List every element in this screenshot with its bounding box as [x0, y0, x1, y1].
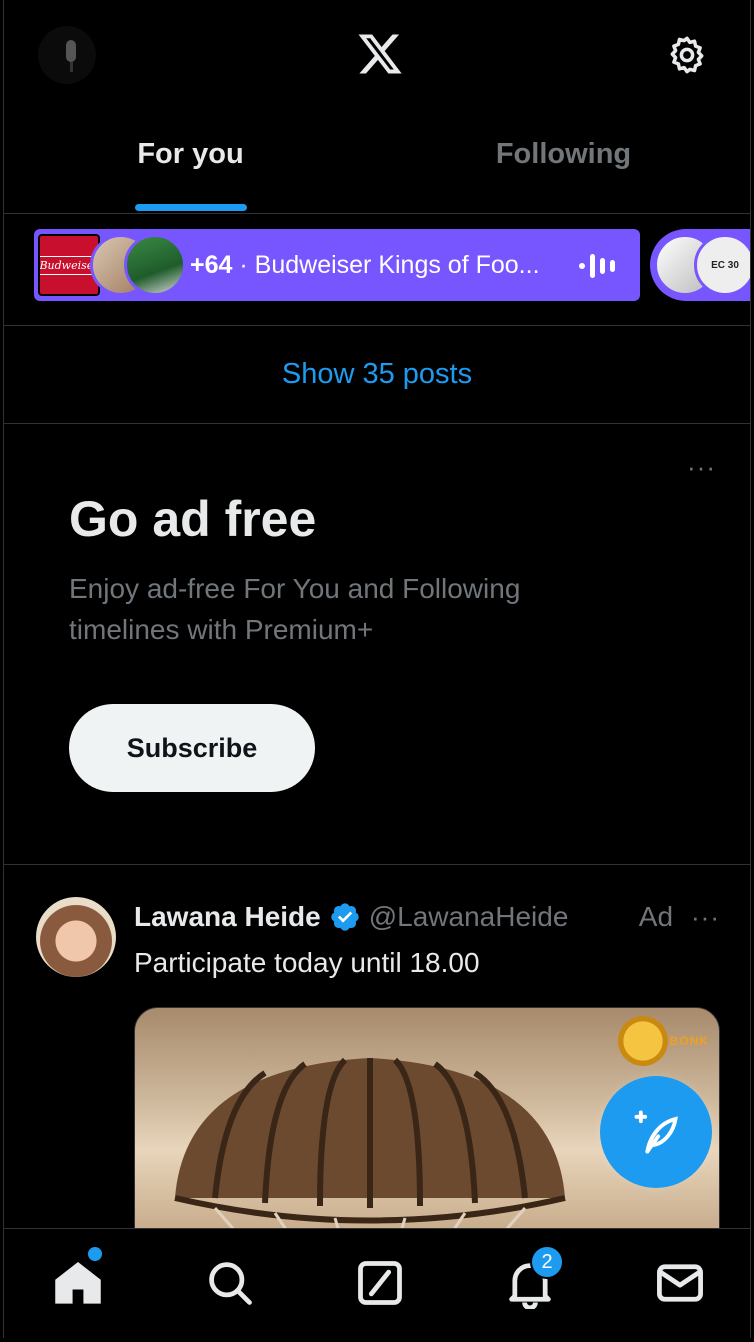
- grok-icon[interactable]: [354, 1257, 406, 1309]
- subscribe-button[interactable]: Subscribe: [69, 704, 315, 792]
- home-unread-dot: [88, 1247, 102, 1261]
- ad-label: Ad: [638, 901, 674, 932]
- separator: ·: [239, 250, 248, 279]
- author-avatar[interactable]: [36, 897, 116, 977]
- tab-label: Following: [495, 138, 632, 170]
- app-frame: For you Following Budweiser +64 · Budwei…: [3, 0, 751, 1338]
- author-name[interactable]: Lawana Heide: [134, 901, 321, 933]
- search-icon[interactable]: [204, 1257, 256, 1309]
- live-space-pill[interactable]: Budweiser +64 · Budweiser Kings of Foo..…: [34, 229, 640, 301]
- post-header: Lawana Heide @LawanaHeide Ad ···: [134, 901, 720, 933]
- listener-count: +64: [190, 250, 233, 279]
- premium-promo-card: ··· Go ad free Enjoy ad-free For You and…: [4, 424, 750, 865]
- spaces-bar: Budweiser +64 · Budweiser Kings of Foo..…: [4, 214, 750, 326]
- compose-feather-icon: [634, 1110, 678, 1154]
- space-avatar: EC 30: [694, 234, 750, 296]
- tab-label: For you: [137, 138, 244, 170]
- tab-for-you[interactable]: For you: [4, 108, 377, 213]
- messages-icon[interactable]: [654, 1257, 706, 1309]
- more-options-icon[interactable]: ···: [691, 904, 720, 930]
- author-handle: @LawanaHeide: [368, 901, 569, 932]
- more-options-icon[interactable]: ···: [687, 454, 716, 480]
- profile-avatar[interactable]: [38, 26, 96, 84]
- notification-count-badge: 2: [530, 1245, 564, 1279]
- audio-wave-icon: [579, 254, 615, 278]
- promo-description: Enjoy ad-free For You and Following time…: [69, 573, 521, 645]
- compose-post-button[interactable]: [600, 1076, 712, 1188]
- top-bar: [4, 0, 750, 108]
- bottom-navigation: 2: [4, 1228, 750, 1338]
- space-name: Budweiser Kings of Foo...: [254, 250, 540, 279]
- active-tab-indicator: [134, 204, 247, 211]
- live-space-pill[interactable]: EC 30: [650, 229, 750, 301]
- timeline-tabs: For you Following: [4, 108, 750, 214]
- tab-following[interactable]: Following: [377, 108, 750, 213]
- bonk-logo: BONK: [617, 1016, 709, 1066]
- promo-title: Go ad free: [69, 491, 317, 547]
- verified-badge-icon: [331, 903, 359, 931]
- space-avatars: Budweiser: [34, 229, 186, 301]
- space-title: +64 · Budweiser Kings of Foo...: [190, 251, 540, 280]
- home-icon[interactable]: [52, 1257, 104, 1309]
- space-avatar: [124, 234, 186, 296]
- post-text: Participate today until 18.00: [134, 947, 480, 978]
- show-new-posts-button[interactable]: Show 35 posts: [4, 326, 750, 424]
- gear-icon[interactable]: [666, 34, 708, 76]
- x-logo-icon[interactable]: [356, 30, 404, 78]
